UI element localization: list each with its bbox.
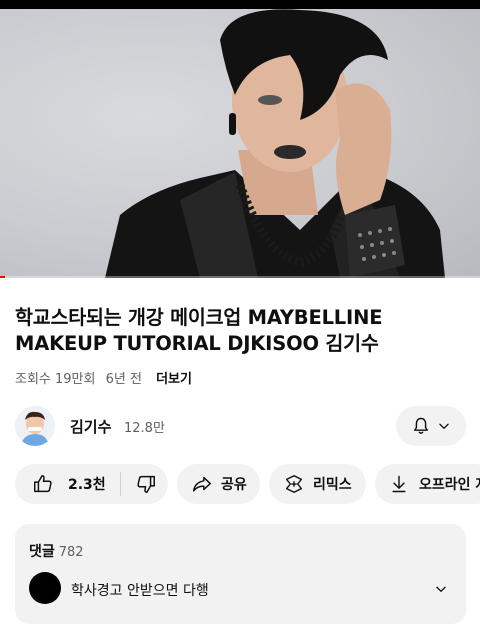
remix-label: 리믹스 <box>313 477 352 493</box>
avatar-image <box>15 406 55 446</box>
bell-icon <box>414 417 428 434</box>
video-title[interactable]: 학교스타되는 개강 메이크업 MAYBELLINE MAKEUP TUTORIA… <box>15 305 470 357</box>
comments-header: 댓글 782 <box>29 541 84 561</box>
top-comment-text: 학사경고 안받으면 다행 <box>71 583 209 599</box>
dislike-button[interactable] <box>135 473 157 495</box>
comments-count: 782 <box>58 545 84 560</box>
expand-comments-icon[interactable] <box>434 582 448 596</box>
notification-button[interactable] <box>396 406 466 446</box>
remix-button[interactable]: 리믹스 <box>269 464 366 504</box>
video-progress-bar[interactable] <box>0 276 480 278</box>
channel-avatar[interactable] <box>15 406 55 446</box>
download-label: 오프라인 저 <box>419 477 480 493</box>
commenter-avatar[interactable] <box>29 572 61 604</box>
video-frame-person <box>105 9 445 278</box>
comments-panel[interactable]: 댓글 782 학사경고 안받으면 다행 <box>15 524 466 624</box>
share-label: 공유 <box>221 477 247 493</box>
share-icon <box>193 476 211 492</box>
comments-title: 댓글 <box>29 544 55 560</box>
view-count: 조회수 19만회 <box>15 372 96 387</box>
subscriber-count: 12.8만 <box>124 421 165 436</box>
thumbs-down-icon <box>137 475 155 493</box>
video-player[interactable] <box>0 0 480 278</box>
like-separator <box>119 472 121 496</box>
upload-age: 6년 전 <box>105 372 142 387</box>
more-link[interactable]: 더보기 <box>156 372 192 387</box>
video-progress-fill <box>0 276 5 278</box>
video-meta[interactable]: 조회수 19만회 6년 전 더보기 <box>15 368 198 387</box>
download-button[interactable]: 오프라인 저 <box>375 464 480 504</box>
like-dislike-group: 2.3천 <box>15 464 168 504</box>
channel-name[interactable]: 김기수 <box>70 416 111 437</box>
like-button[interactable] <box>32 473 54 495</box>
download-icon <box>392 475 406 493</box>
chevron-down-icon <box>439 423 449 429</box>
like-count[interactable]: 2.3천 <box>68 474 106 494</box>
share-button[interactable]: 공유 <box>177 464 260 504</box>
remix-icon <box>285 475 303 493</box>
thumbs-up-icon <box>34 475 52 493</box>
